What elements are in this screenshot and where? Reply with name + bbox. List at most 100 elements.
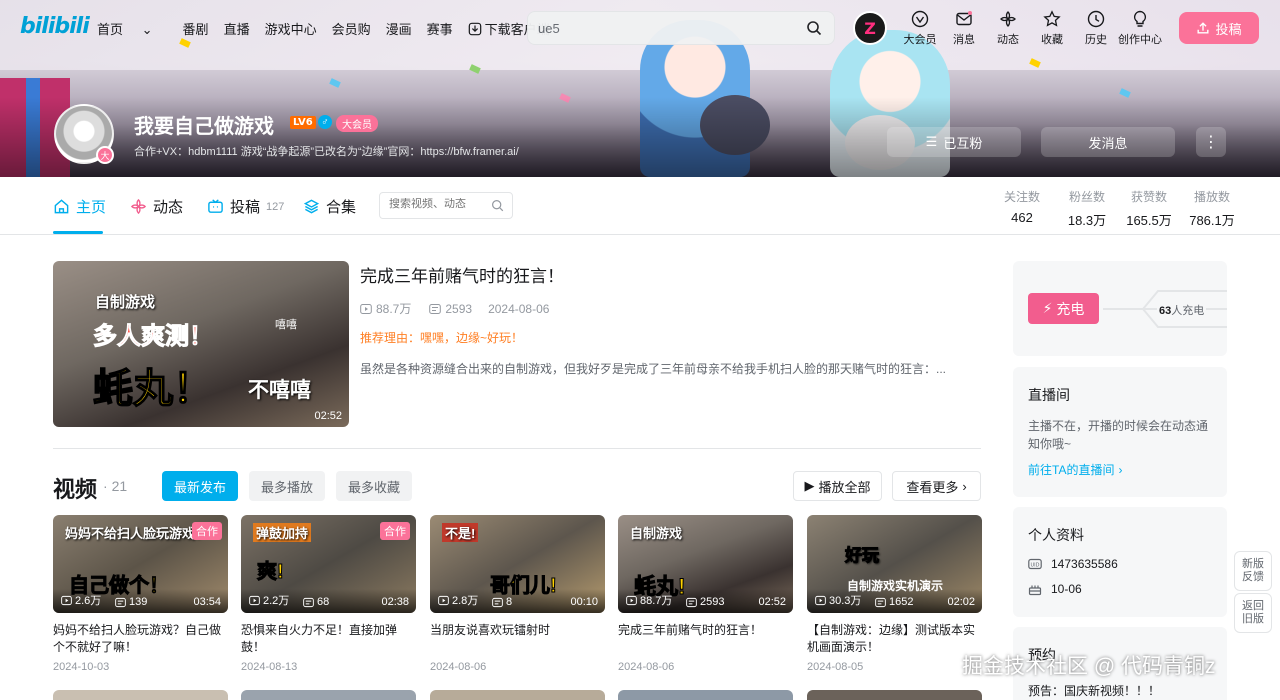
play-all-button[interactable]: ▶ 播放全部	[793, 471, 882, 501]
danmaku-count-value: 1652	[889, 596, 914, 608]
video-card-partial[interactable]	[807, 690, 982, 700]
level-badge[interactable]: LV6	[290, 116, 316, 129]
top-link-favorites[interactable]: 收藏	[1030, 10, 1074, 47]
live-room-title: 直播间	[1028, 387, 1070, 403]
search-icon[interactable]	[491, 199, 504, 212]
feedback-line: 新版	[1242, 558, 1264, 570]
featured-danmaku: 2593	[445, 301, 473, 316]
stat-following[interactable]: 关注数 462	[1002, 188, 1042, 229]
video-thumbnail[interactable]: 弹鼓加持 爽! 合作 2.2万 68 02:38	[241, 515, 416, 613]
top-link-message[interactable]: 消息	[942, 10, 986, 47]
uid-icon: UID	[1028, 558, 1042, 570]
stat-fans-value: 18.3万	[1067, 213, 1107, 228]
profile-name: 我要自己做游戏	[134, 116, 274, 138]
message-icon	[956, 11, 972, 26]
thumb-caption: 自制游戏	[630, 526, 683, 541]
featured-video-title[interactable]: 完成三年前赌气时的狂言！	[360, 262, 564, 287]
video-title[interactable]: 当朋友说喜欢玩镭射时	[430, 622, 605, 656]
filter-latest[interactable]: 最新发布	[162, 471, 238, 501]
featured-video-thumbnail[interactable]: 自制游戏 多人爽测！ 蚝丸！ 不嘻嘻 嘻嘻 02:52	[53, 261, 349, 427]
video-card-partial[interactable]	[241, 690, 416, 700]
clock-icon	[1087, 10, 1105, 28]
tab-collections[interactable]: 合集	[303, 196, 356, 217]
videos-section-title[interactable]: 视频	[53, 472, 97, 504]
video-title[interactable]: 完成三年前赌气时的狂言！	[618, 622, 793, 656]
bilibili-logo[interactable]: bilibili	[20, 14, 90, 39]
stat-fans-label: 粉丝数	[1068, 190, 1105, 204]
video-thumbnail[interactable]: 好玩 自制游戏实机演示 30.3万 1652 02:02	[807, 515, 982, 613]
vip-label[interactable]: 大会员	[336, 115, 378, 132]
back-to-old-version-button[interactable]: 返回 旧版	[1234, 593, 1272, 633]
video-title[interactable]: 恐惧来自火力不足！直接加弹鼓！	[241, 622, 416, 656]
send-message-button[interactable]: 发消息	[1041, 127, 1175, 157]
featured-reason: 推荐理由：嘿嘿，边缘~好玩！	[360, 331, 524, 345]
top-link-creator-label: 创作中心	[1118, 34, 1162, 46]
stat-fans[interactable]: 粉丝数 18.3万	[1062, 188, 1112, 229]
top-link-dynamic[interactable]: 动态	[986, 10, 1030, 47]
more-options-button[interactable]: ⋮	[1196, 127, 1226, 157]
featured-thumb-caption: 嘻嘻	[275, 319, 297, 331]
space-search-input[interactable]	[389, 198, 489, 210]
video-card[interactable]: 好玩 自制游戏实机演示 30.3万 1652 02:02 【自制游戏：边缘】测试…	[807, 515, 982, 673]
danmaku-icon	[686, 597, 697, 607]
upload-button[interactable]: 投稿	[1179, 12, 1259, 44]
video-card[interactable]: 弹鼓加持 爽! 合作 2.2万 68 02:38 恐惧来自火力不足！直接加弹鼓！…	[241, 515, 416, 673]
mutual-follow-button[interactable]: ☰ 已互粉	[887, 127, 1021, 157]
tab-uploads[interactable]: 投稿 127	[207, 196, 284, 217]
reservation-text[interactable]: 预告：国庆新视频！！！	[1028, 682, 1160, 699]
charge-button[interactable]: ⚡ 充电	[1028, 293, 1099, 324]
nav-anime[interactable]: 番剧	[183, 19, 209, 38]
charge-count[interactable]: 63人充电	[1157, 302, 1207, 318]
live-room-link[interactable]: 前往TA的直播间 ›	[1028, 461, 1122, 478]
danmaku-icon	[492, 597, 503, 607]
video-card[interactable]: 不是! 哥们儿! 2.8万 8 00:10 当朋友说喜欢玩镭射时 2024-08…	[430, 515, 605, 673]
video-duration: 02:52	[758, 596, 786, 608]
play-all-label: 播放全部	[818, 479, 871, 495]
video-thumbnail[interactable]: 妈妈不给扫人脸玩游戏？ 自己做个！ 合作 2.6万 139 03:54	[53, 515, 228, 613]
stat-plays-label: 播放数	[1193, 190, 1230, 204]
play-count-icon	[815, 595, 826, 605]
see-more-button[interactable]: 查看更多 ›	[892, 471, 981, 501]
video-card-partial[interactable]	[53, 690, 228, 700]
top-link-history[interactable]: 历史	[1074, 10, 1118, 47]
nav-esports[interactable]: 赛事	[427, 19, 453, 38]
video-title[interactable]: 妈妈不给扫人脸玩游戏？自己做个不就好了嘛！	[53, 622, 228, 656]
top-link-creator[interactable]: 创作中心	[1118, 10, 1162, 47]
video-card-partial[interactable]	[618, 690, 793, 700]
video-title[interactable]: 【自制游戏：边缘】测试版本实机画面演示！	[807, 622, 982, 656]
tab-home[interactable]: 主页	[53, 196, 106, 217]
stat-likes: 获赞数 165.5万	[1123, 188, 1175, 229]
top-link-vip[interactable]: 大会员	[898, 10, 942, 47]
nav-game-center[interactable]: 游戏中心	[265, 19, 317, 38]
video-thumbnail[interactable]: 不是! 哥们儿! 2.8万 8 00:10	[430, 515, 605, 613]
top-link-favorites-label: 收藏	[1041, 34, 1063, 46]
danmaku-count-value: 139	[129, 596, 148, 608]
video-date: 2024-08-06	[618, 661, 675, 673]
video-duration: 00:10	[570, 596, 598, 608]
avatar-badge: Z	[864, 18, 876, 38]
user-avatar[interactable]: Z	[853, 11, 887, 45]
feedback-line: 反馈	[1242, 571, 1264, 583]
nav-home[interactable]: 首页 ⌄	[97, 19, 168, 38]
video-duration: 02:38	[381, 596, 409, 608]
danmaku-count-value: 68	[317, 596, 330, 608]
chevron-down-icon: ⌄	[141, 22, 153, 37]
search-icon[interactable]	[806, 20, 822, 36]
new-version-feedback-button[interactable]: 新版 反馈	[1234, 551, 1272, 591]
filter-most-played[interactable]: 最多播放	[249, 471, 325, 501]
video-card[interactable]: 自制游戏 蚝丸! 88.7万 2593 02:52 完成三年前赌气时的狂言！ 2…	[618, 515, 793, 673]
birthday-row: 10-06	[1028, 582, 1082, 596]
play-count-icon	[626, 595, 637, 605]
video-card[interactable]: 妈妈不给扫人脸玩游戏？ 自己做个！ 合作 2.6万 139 03:54 妈妈不给…	[53, 515, 228, 673]
filter-most-favorited[interactable]: 最多收藏	[336, 471, 412, 501]
search-input[interactable]	[538, 12, 798, 44]
mutual-follow-label: 已互粉	[943, 135, 983, 151]
danmaku-count: 139	[115, 596, 147, 608]
nav-mall[interactable]: 会员购	[332, 19, 371, 38]
nav-manga[interactable]: 漫画	[386, 19, 412, 38]
nav-live[interactable]: 直播	[224, 19, 250, 38]
tab-dynamic[interactable]: 动态	[130, 196, 183, 217]
top-right-links: 大会员 消息 动态 收藏 历史 创作中心	[898, 10, 1162, 47]
video-thumbnail[interactable]: 自制游戏 蚝丸! 88.7万 2593 02:52	[618, 515, 793, 613]
video-card-partial[interactable]	[430, 690, 605, 700]
